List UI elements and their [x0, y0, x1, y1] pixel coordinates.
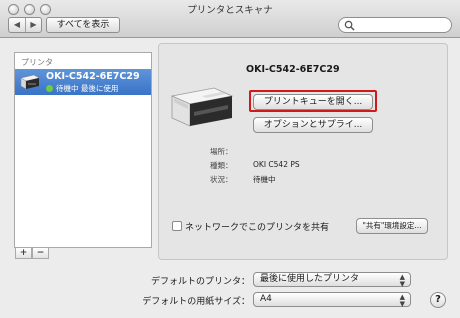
default-paper-value: A4	[260, 294, 272, 304]
kind-value: OKI C542 PS	[253, 160, 300, 169]
forward-arrow-icon[interactable]: ▶	[25, 18, 41, 32]
status-label: 状況：	[210, 175, 233, 184]
show-all-button[interactable]: すべてを表示	[46, 17, 120, 33]
back-arrow-icon[interactable]: ◀	[9, 18, 25, 32]
printer-name-heading: OKI-C542-6E7C29	[246, 64, 340, 75]
search-icon	[344, 20, 355, 31]
sharing-preferences-button[interactable]: "共有"環境設定...	[356, 218, 428, 234]
status-dot-icon	[46, 85, 53, 92]
default-printer-label: デフォルトのプリンタ：	[150, 277, 250, 287]
share-printer-label[interactable]: ネットワークでこのプリンタを共有	[185, 220, 329, 233]
add-printer-button[interactable]: +	[15, 247, 32, 259]
printer-list-item-status: 待機中 最後に使用	[46, 83, 118, 94]
printer-list-item-name: OKI-C542-6E7C29	[46, 71, 140, 82]
printer-image	[170, 87, 234, 127]
list-footer: + −	[15, 247, 153, 259]
window-title: プリンタとスキャナ	[187, 5, 273, 16]
options-supplies-button[interactable]: オプションとサプライ...	[253, 117, 373, 133]
status-value: 待機中	[253, 175, 276, 184]
history-nav: ◀ ▶	[8, 17, 42, 33]
default-printer-value: 最後に使用したプリンタ	[260, 274, 360, 284]
printer-list-item-status-text: 待機中 最後に使用	[56, 84, 119, 93]
share-printer-checkbox[interactable]	[172, 221, 182, 231]
kind-label: 種類：	[210, 161, 233, 170]
default-paper-select[interactable]: A4 ▲ ▼	[253, 292, 411, 307]
title-bar: プリンタとスキャナ ◀ ▶ すべてを表示	[0, 0, 460, 38]
printer-list-header: プリンタ	[21, 58, 53, 67]
search-field[interactable]	[338, 17, 452, 33]
printer-list: プリンタ OKI-C542-6E7C29 待機中 最後に使用 + −	[14, 52, 152, 259]
help-button[interactable]: ?	[430, 292, 446, 308]
select-arrows-icon: ▲ ▼	[399, 293, 405, 308]
printer-list-item[interactable]: OKI-C542-6E7C29 待機中 最後に使用	[15, 69, 151, 95]
default-printer-select[interactable]: 最後に使用したプリンタ ▲ ▼	[253, 272, 411, 287]
select-arrows-icon: ▲ ▼	[399, 273, 405, 288]
default-paper-label: デフォルトの用紙サイズ：	[142, 297, 250, 307]
open-print-queue-button[interactable]: プリントキューを開く...	[253, 94, 373, 110]
printer-thumbnail-icon	[20, 74, 40, 90]
remove-printer-button[interactable]: −	[32, 247, 49, 259]
location-label: 場所：	[210, 147, 233, 156]
